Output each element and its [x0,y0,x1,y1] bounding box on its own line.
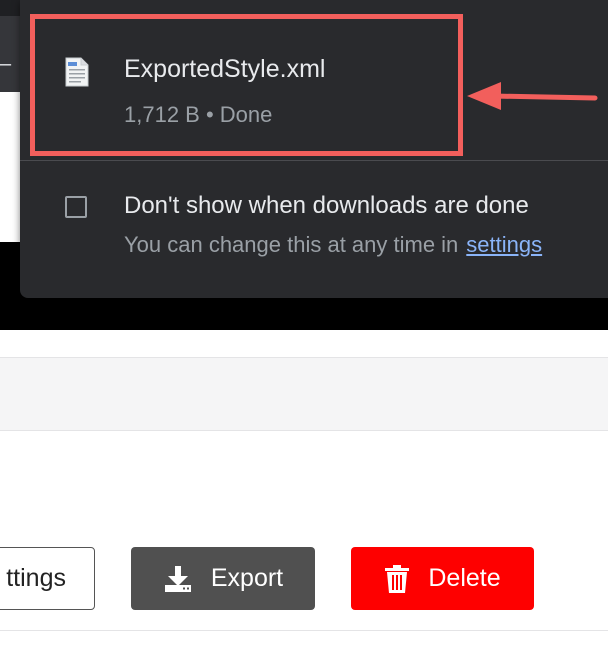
dont-show-label: Don't show when downloads are done [124,192,529,219]
export-button[interactable]: Export [131,547,315,610]
settings-link[interactable]: settings [466,232,542,257]
change-setting-note: You can change this at any time in settin… [124,232,542,258]
highlight-box [30,14,463,156]
delete-button[interactable]: Delete [351,547,534,610]
checkbox-icon[interactable] [65,196,87,218]
change-note-text: You can change this at any time in [124,232,459,257]
downloads-popup: ExportedStyle.xml 1,712 B • Done Don't s… [20,0,608,298]
delete-button-label: Delete [428,564,501,592]
divider [0,630,608,631]
arrow-left-icon [467,82,598,110]
settings-button-label: ttings [6,564,66,592]
trash-icon [385,564,410,593]
screen: – ttings Export Delete ExportedStyle.xml… [0,0,608,656]
page-edge-strip [0,92,20,242]
settings-button[interactable]: ttings [0,547,95,610]
download-icon [164,565,191,592]
page-band [0,357,608,431]
popup-divider [20,160,608,161]
export-button-label: Export [210,564,284,592]
toolbar-edge-icon: – [0,53,12,75]
